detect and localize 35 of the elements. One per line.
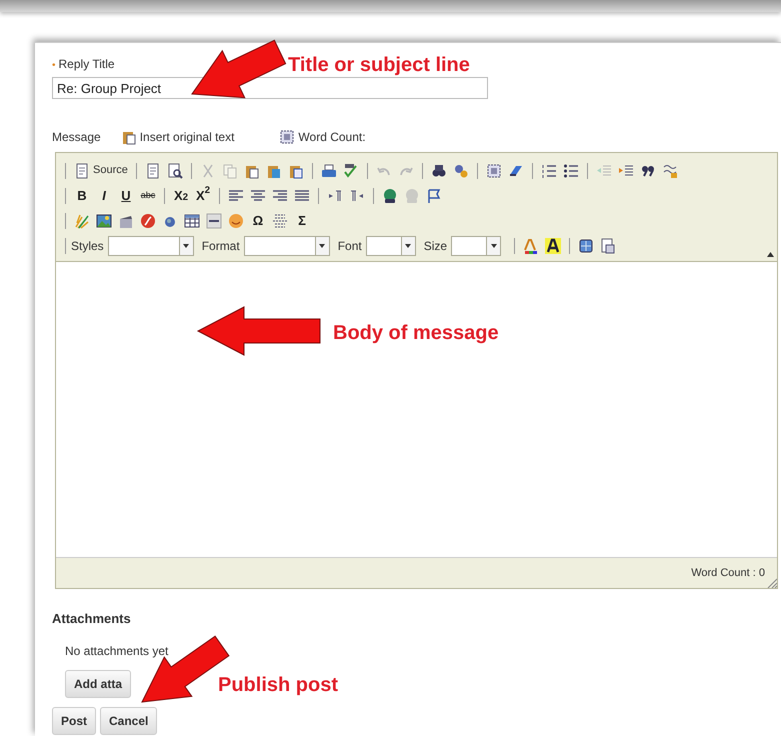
- link-button[interactable]: Word Count:: [279, 128, 366, 146]
- strikethrough-button[interactable]: abc: [137, 186, 159, 206]
- paste-icon: [120, 129, 137, 145]
- resize-grip[interactable]: [767, 578, 777, 588]
- combo-label: Font: [338, 238, 362, 254]
- action-button[interactable]: Cancel: [100, 706, 158, 734]
- link-button[interactable]: Insert original text: [120, 128, 234, 146]
- format-button[interactable]: X$^{2}$: [192, 186, 214, 206]
- add-attachment-button[interactable]: Add atta: [65, 670, 131, 698]
- word-count: Word Count : 0: [691, 566, 765, 581]
- math-button[interactable]: Σ: [291, 210, 313, 230]
- field-label: Reply Title: [58, 57, 115, 71]
- source-button[interactable]: Source: [71, 160, 131, 180]
- combo-label: Format: [202, 238, 240, 254]
- annotation-label: Publish post: [218, 673, 338, 698]
- annotation-label: Title or subject line: [288, 53, 470, 78]
- required-mark: •: [52, 60, 56, 71]
- section-heading: Attachments: [52, 610, 132, 628]
- empty-message: No attachments yet: [65, 642, 170, 660]
- action-button[interactable]: Post: [52, 706, 96, 734]
- caret-icon: [490, 244, 497, 248]
- caret-icon: [405, 244, 412, 248]
- bold-button[interactable]: B: [71, 186, 93, 206]
- collapse-icon[interactable]: [767, 252, 774, 257]
- caret-icon: [319, 244, 326, 248]
- combo-label: Size: [424, 238, 448, 254]
- special-character-button[interactable]: Ω: [247, 210, 269, 230]
- underline-button[interactable]: U: [115, 186, 137, 206]
- message-label: Message: [52, 129, 101, 146]
- title-input[interactable]: Re: Group Project: [52, 77, 488, 99]
- caret-icon: [183, 244, 190, 248]
- annotation-label: Body of message: [333, 321, 499, 346]
- combo-label: Styles: [71, 238, 104, 254]
- format-button[interactable]: X$_{2}$: [170, 186, 192, 206]
- italic-button[interactable]: I: [93, 186, 115, 206]
